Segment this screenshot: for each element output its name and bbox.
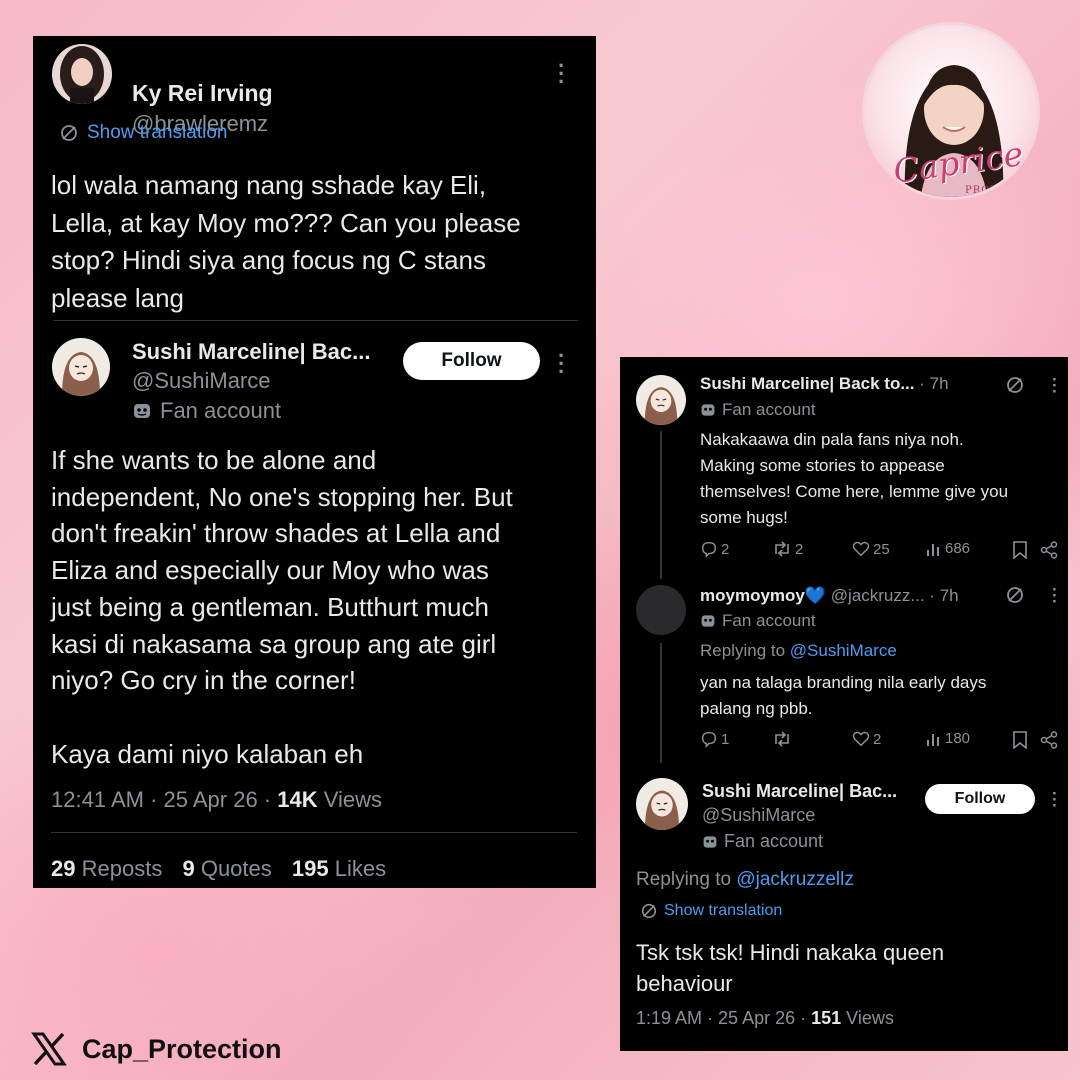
logo-sub-text: PROTECTIO xyxy=(965,185,1037,196)
quoted-author-avatar[interactable] xyxy=(52,338,110,396)
reply1-time: · 7h xyxy=(919,374,949,393)
author-name[interactable]: Ky Rei Irving xyxy=(132,80,273,107)
reply1-text: Nakakaawa din pala fans niya noh. Making… xyxy=(700,430,1009,527)
heart-icon xyxy=(852,731,870,747)
quoted-author-name[interactable]: Sushi Marceline| Bac... xyxy=(132,339,370,365)
fan-account-badge: Fan account xyxy=(132,398,281,424)
repost-action[interactable] xyxy=(772,730,795,748)
quote-divider xyxy=(53,320,578,321)
reply2-actions: 1 2 180 xyxy=(700,730,1060,752)
reply-action[interactable]: 1 xyxy=(700,730,729,748)
reply2-fan-badge: Fan account xyxy=(700,611,816,631)
reply1-badge-label: Fan account xyxy=(722,400,816,419)
reply2-translate-icon[interactable] xyxy=(1005,585,1025,605)
reply2-handle[interactable]: @jackruzz... xyxy=(831,586,925,605)
likes-stat[interactable]: 195 Likes xyxy=(292,856,386,881)
main-reply-replying-to: Replying to @jackruzzellz xyxy=(636,869,854,890)
main-reply-views-label: Views xyxy=(841,1008,894,1028)
reply-icon xyxy=(701,731,717,748)
bookmark-icon[interactable] xyxy=(1012,731,1028,749)
quoted-more-options-icon[interactable]: · · · xyxy=(558,345,565,383)
heart-icon xyxy=(852,541,870,557)
views-action[interactable]: 686 xyxy=(926,540,970,557)
reply2-replying-to: Replying to @SushiMarce xyxy=(700,641,897,660)
reply2-author-name[interactable]: moymoymoy💙 xyxy=(700,586,826,605)
views-label: Views xyxy=(317,787,383,812)
follow-button[interactable]: Follow xyxy=(403,342,540,380)
main-reply-views-count: 151 xyxy=(811,1008,842,1028)
stats-divider xyxy=(51,832,577,833)
tweet-timestamp: 12:41 AM · 25 Apr 26 · xyxy=(51,787,278,812)
replies-thread-card: Sushi Marceline| Back to... · 7h · · · Fan… xyxy=(620,357,1068,1051)
translate-icon xyxy=(641,903,657,919)
views-icon xyxy=(927,733,939,746)
repost-icon xyxy=(775,731,789,747)
like-action[interactable]: 25 xyxy=(852,540,890,558)
reply1-translate-icon[interactable] xyxy=(1005,375,1025,395)
main-reply-fan-badge: Fan account xyxy=(702,831,823,852)
x-logo-icon xyxy=(31,1032,67,1066)
show-translation-label: Show translation xyxy=(87,122,228,143)
main-tweet-card: Ky Rei Irving @brawleremz · · · Show trans… xyxy=(33,36,596,888)
share-icon[interactable] xyxy=(1040,731,1058,749)
main-reply-meta: 1:19 AM · 25 Apr 26 · 151 Views xyxy=(636,1008,894,1029)
quotes-stat[interactable]: 9 Quotes xyxy=(182,856,271,881)
engagement-stats: 29 Reposts 9 Quotes 195 Likes xyxy=(51,856,386,882)
reply2-more-icon[interactable]: · · · xyxy=(1052,581,1058,610)
reply2-mention-link[interactable]: @SushiMarce xyxy=(790,641,897,660)
reposts-stat[interactable]: 29 Reposts xyxy=(51,856,162,881)
like-action[interactable]: 2 xyxy=(852,730,881,748)
repost-action[interactable]: 2 xyxy=(772,540,803,558)
views-count: 14K xyxy=(277,787,318,812)
reply1-more-icon[interactable]: · · · xyxy=(1052,371,1058,400)
reply1-header: Sushi Marceline| Back to... · 7h xyxy=(700,374,949,394)
thread-line xyxy=(660,643,662,763)
tweet-text: lol wala namang nang sshade kay Eli, Lel… xyxy=(51,170,521,313)
reply2-avatar[interactable] xyxy=(636,585,686,635)
views-icon xyxy=(927,543,939,556)
main-reply-follow-button[interactable]: Follow xyxy=(925,784,1035,814)
reply1-actions: 2 2 25 686 xyxy=(700,540,1060,562)
reply2-time: · 7h xyxy=(929,586,959,605)
thread-line xyxy=(660,431,662,579)
translate-icon xyxy=(61,125,77,141)
reply1-author-name[interactable]: Sushi Marceline| Back to... xyxy=(700,374,915,393)
bookmark-icon[interactable] xyxy=(1012,541,1028,559)
repost-icon xyxy=(775,541,789,557)
reply-icon xyxy=(701,541,717,558)
tweet-meta: 12:41 AM · 25 Apr 26 · 14K Views xyxy=(51,787,382,813)
main-reply-timestamp: 1:19 AM · 25 Apr 26 · xyxy=(636,1008,812,1028)
reply2-badge-label: Fan account xyxy=(722,611,816,630)
main-reply-mention-link[interactable]: @jackruzzellz xyxy=(736,869,853,890)
caprice-protection-logo: Caprice PROTECTIO xyxy=(862,22,1040,200)
brand-footer: Cap_Protection xyxy=(30,1030,282,1068)
main-reply-more-icon[interactable]: · · · xyxy=(1052,785,1058,814)
mask-icon xyxy=(701,404,715,416)
quoted-tweet-text: If she wants to be alone and independent… xyxy=(51,445,513,769)
fan-account-label: Fan account xyxy=(160,398,282,423)
reply2-text: yan na talaga branding nila early days p… xyxy=(700,673,987,718)
quoted-author-handle[interactable]: @SushiMarce xyxy=(132,368,271,394)
show-translation-link[interactable]: Show translation xyxy=(59,122,227,144)
mask-icon xyxy=(701,615,715,627)
main-reply-translation-label: Show translation xyxy=(664,902,783,919)
main-reply-handle[interactable]: @SushiMarce xyxy=(702,805,815,826)
reply-action[interactable]: 2 xyxy=(700,540,729,558)
main-reply-author-name[interactable]: Sushi Marceline| Bac... xyxy=(702,781,897,802)
author-avatar[interactable] xyxy=(52,44,112,104)
views-action[interactable]: 180 xyxy=(926,730,970,747)
share-icon[interactable] xyxy=(1040,541,1058,559)
main-reply-avatar[interactable] xyxy=(636,778,688,830)
main-reply-text: Tsk tsk tsk! Hindi nakaka queen behaviou… xyxy=(636,940,945,996)
reply1-avatar[interactable] xyxy=(636,375,686,425)
main-reply-show-translation[interactable]: Show translation xyxy=(640,902,782,920)
more-options-icon[interactable]: · · · xyxy=(558,55,565,93)
reply2-header: moymoymoy💙 @jackruzz... · 7h xyxy=(700,586,959,606)
mask-icon xyxy=(703,835,717,848)
brand-handle: Cap_Protection xyxy=(82,1033,282,1064)
mask-icon xyxy=(134,404,150,418)
main-reply-badge-label: Fan account xyxy=(724,831,824,851)
reply1-fan-badge: Fan account xyxy=(700,400,816,420)
